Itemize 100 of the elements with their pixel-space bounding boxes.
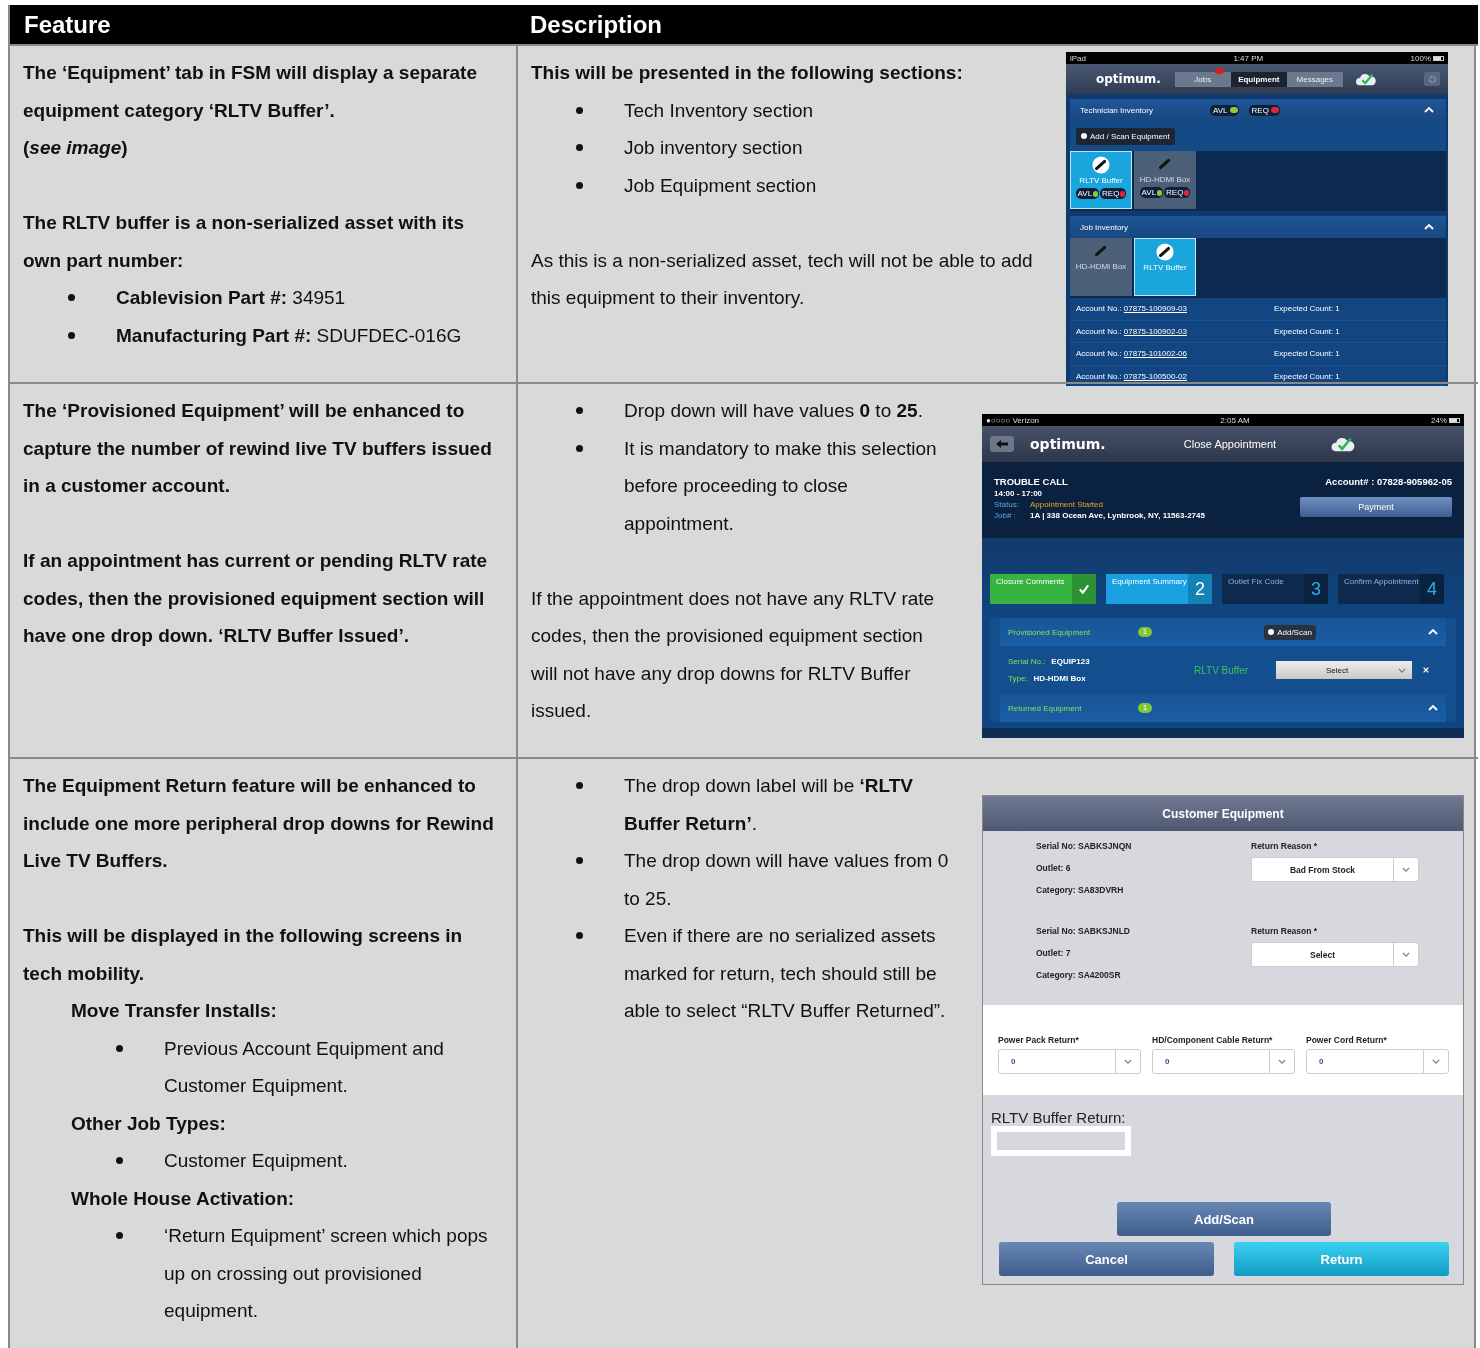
carrier-label: iPad xyxy=(1070,53,1086,63)
chevron-down-icon xyxy=(1398,667,1406,673)
equipment-tile[interactable]: HD-HDMI Box AVL REQ xyxy=(1134,151,1196,209)
bullet-icon xyxy=(576,407,583,414)
account-label: Account No.: xyxy=(1076,304,1122,314)
gear-icon xyxy=(1427,74,1437,84)
battery-label: 100% xyxy=(1410,53,1431,63)
section-title: Provisioned Equipment xyxy=(1008,627,1092,637)
quantity-dropdown[interactable]: 0 xyxy=(1152,1049,1295,1074)
account-link[interactable]: 07875-100909-03 xyxy=(1123,304,1187,314)
back-arrow-icon xyxy=(996,440,1008,448)
return-reason-dropdown[interactable]: Bad From Stock xyxy=(1251,857,1419,882)
chevron-down-icon xyxy=(1432,1059,1440,1064)
quantity-dropdown[interactable]: 0 xyxy=(1306,1049,1449,1074)
chevron-down-icon xyxy=(1402,867,1410,872)
category-label: Category: SA83DVRH xyxy=(1036,885,1125,895)
tab[interactable]: Equipment xyxy=(1230,71,1287,87)
battery-icon xyxy=(1449,417,1460,423)
step-tab[interactable]: Outlet Fix Code 3 xyxy=(1222,574,1328,604)
job-label: Job# : xyxy=(994,511,1017,520)
equipment-tile[interactable]: HD-HDMI Box xyxy=(1070,238,1132,296)
bullet-text: Even if there are no serialized assets marked for return, tech should still be able to select “RLTV Buffer Returned”. xyxy=(624,924,947,1023)
payment-button[interactable]: Payment xyxy=(1300,497,1452,517)
bullet-text: The drop down label will be ‘RLTV Buffer Return’. xyxy=(624,774,914,836)
serial-number: Serial No: SABKSJNLD xyxy=(1036,926,1131,936)
serial-number: Serial No: SABKSJNQN xyxy=(1036,841,1133,851)
add-scan-button[interactable]: Add/Scan xyxy=(1117,1202,1331,1236)
chevron-up-icon[interactable] xyxy=(1424,107,1434,113)
tab[interactable]: Jobs xyxy=(1174,71,1231,87)
step-number: 4 xyxy=(1427,578,1437,600)
dialog-title: Customer Equipment xyxy=(983,796,1463,831)
time-window: 14:00 - 17:00 xyxy=(994,489,1205,498)
equipment-tile[interactable]: RLTV Buffer AVL REQ xyxy=(1070,151,1132,209)
close-icon[interactable] xyxy=(1422,666,1430,674)
dropdown-label: RLTV Buffer xyxy=(1194,664,1250,676)
account-link[interactable]: 07875-100902-03 xyxy=(1123,326,1187,336)
account-label: Account No.: xyxy=(1076,326,1122,336)
tile-label: HD-HDMI Box xyxy=(1075,262,1127,271)
paragraph: The ‘Provisioned Equipment’ will be enhanced to capture the number of rewind live TV buffers issued in a customer account. xyxy=(23,399,493,498)
expected-count: Expected Count: 1 xyxy=(1274,326,1340,336)
add-scan-button[interactable]: Add/Scan xyxy=(1264,624,1316,640)
notification-badge xyxy=(1214,67,1224,74)
bullet-icon xyxy=(576,444,583,452)
type-label: Type: xyxy=(1008,674,1028,683)
tile-label: RLTV Buffer xyxy=(1079,176,1123,185)
account-link[interactable]: 07875-101002-06 xyxy=(1123,349,1187,359)
serial-label: Serial No.: xyxy=(1008,657,1046,666)
section-title: Returned Equipment xyxy=(1008,703,1083,713)
account-link[interactable]: 07875-100500-02 xyxy=(1123,371,1187,381)
input-field[interactable] xyxy=(991,1126,1131,1156)
count-badge: 1 xyxy=(1138,627,1152,637)
bullet-text: Job Equipment section xyxy=(624,173,818,198)
paragraph: If an appointment has current or pending RLTV rate codes, then the provisioned equipment section will have one drop down. ‘RLTV Buffer Issued’. xyxy=(23,549,489,648)
count-pill: AVL xyxy=(1210,104,1239,116)
device-icon xyxy=(1156,243,1174,261)
paragraph: (see image) xyxy=(23,136,129,160)
count-pill: AVL xyxy=(1139,187,1164,198)
chevron-up-icon[interactable] xyxy=(1428,629,1438,635)
cloud-check-icon xyxy=(1354,71,1377,87)
chevron-down-icon xyxy=(1278,1059,1286,1064)
bullet-icon xyxy=(68,331,75,339)
dropdown[interactable]: Select xyxy=(1276,661,1412,679)
clock-label: 2:05 AM xyxy=(1220,415,1250,425)
field-label: Power Pack Return* xyxy=(998,1034,1080,1047)
bullet-text: The drop down will have values from 0 to 25. xyxy=(624,849,950,911)
step-tab[interactable]: Confirm Appointment 4 xyxy=(1338,574,1444,604)
subheading: Other Job Types: xyxy=(71,1111,227,1136)
cancel-button[interactable]: Cancel xyxy=(999,1242,1214,1276)
outlet-label: Outlet: 7 xyxy=(1036,948,1072,958)
step-tab[interactable]: Equipment Summary 2 xyxy=(1106,574,1212,604)
subheading: Whole House Activation: xyxy=(71,1186,296,1211)
outlet-label: Outlet: 6 xyxy=(1036,863,1072,873)
status-value: Appointment Started xyxy=(1030,500,1103,509)
add-scan-button[interactable]: Add / Scan Equipment xyxy=(1076,127,1175,145)
subheading: Move Transfer Installs: xyxy=(71,999,278,1023)
return-reason-dropdown[interactable]: Select xyxy=(1251,942,1419,967)
address: 1A | 338 Ocean Ave, Lynbrook, NY, 11563-2745 xyxy=(1030,511,1205,520)
chevron-up-icon[interactable] xyxy=(1428,705,1438,711)
device-icon xyxy=(1092,156,1110,174)
paragraph: The Equipment Return feature will be enhanced to include one more peripheral drop downs for Rewind Live TV Buffers. xyxy=(23,774,495,873)
bullet-text: Customer Equipment. xyxy=(164,1149,349,1173)
logo: optimum. xyxy=(1030,436,1107,452)
cloud-check-icon xyxy=(1330,435,1356,453)
type-value: HD-HDMI Box xyxy=(1033,674,1086,683)
paragraph: This will be presented in the following sections: xyxy=(531,61,964,85)
bullet-text: Manufacturing Part #: SDUFDEC-016G xyxy=(116,323,463,348)
chevron-up-icon[interactable] xyxy=(1424,224,1434,230)
count-pill: AVL xyxy=(1075,188,1100,199)
account-number: Account# : 07828-905962-05 xyxy=(1325,476,1452,487)
back-button[interactable] xyxy=(990,436,1014,452)
field-label: Return Reason * xyxy=(1251,926,1319,936)
carrier-label: ●○○○○ Verizon xyxy=(986,415,1040,425)
step-label: Confirm Appointment xyxy=(1343,576,1420,588)
count-pill: REQ xyxy=(1164,187,1191,198)
quantity-dropdown[interactable]: 0 xyxy=(998,1049,1141,1074)
section-title: Technician Inventory xyxy=(1080,105,1154,115)
expected-count: Expected Count: 1 xyxy=(1274,349,1340,359)
field-label: RLTV Buffer Return: xyxy=(991,1109,1127,1126)
expected-count: Expected Count: 1 xyxy=(1274,304,1340,314)
tab[interactable]: Messages xyxy=(1286,71,1343,87)
